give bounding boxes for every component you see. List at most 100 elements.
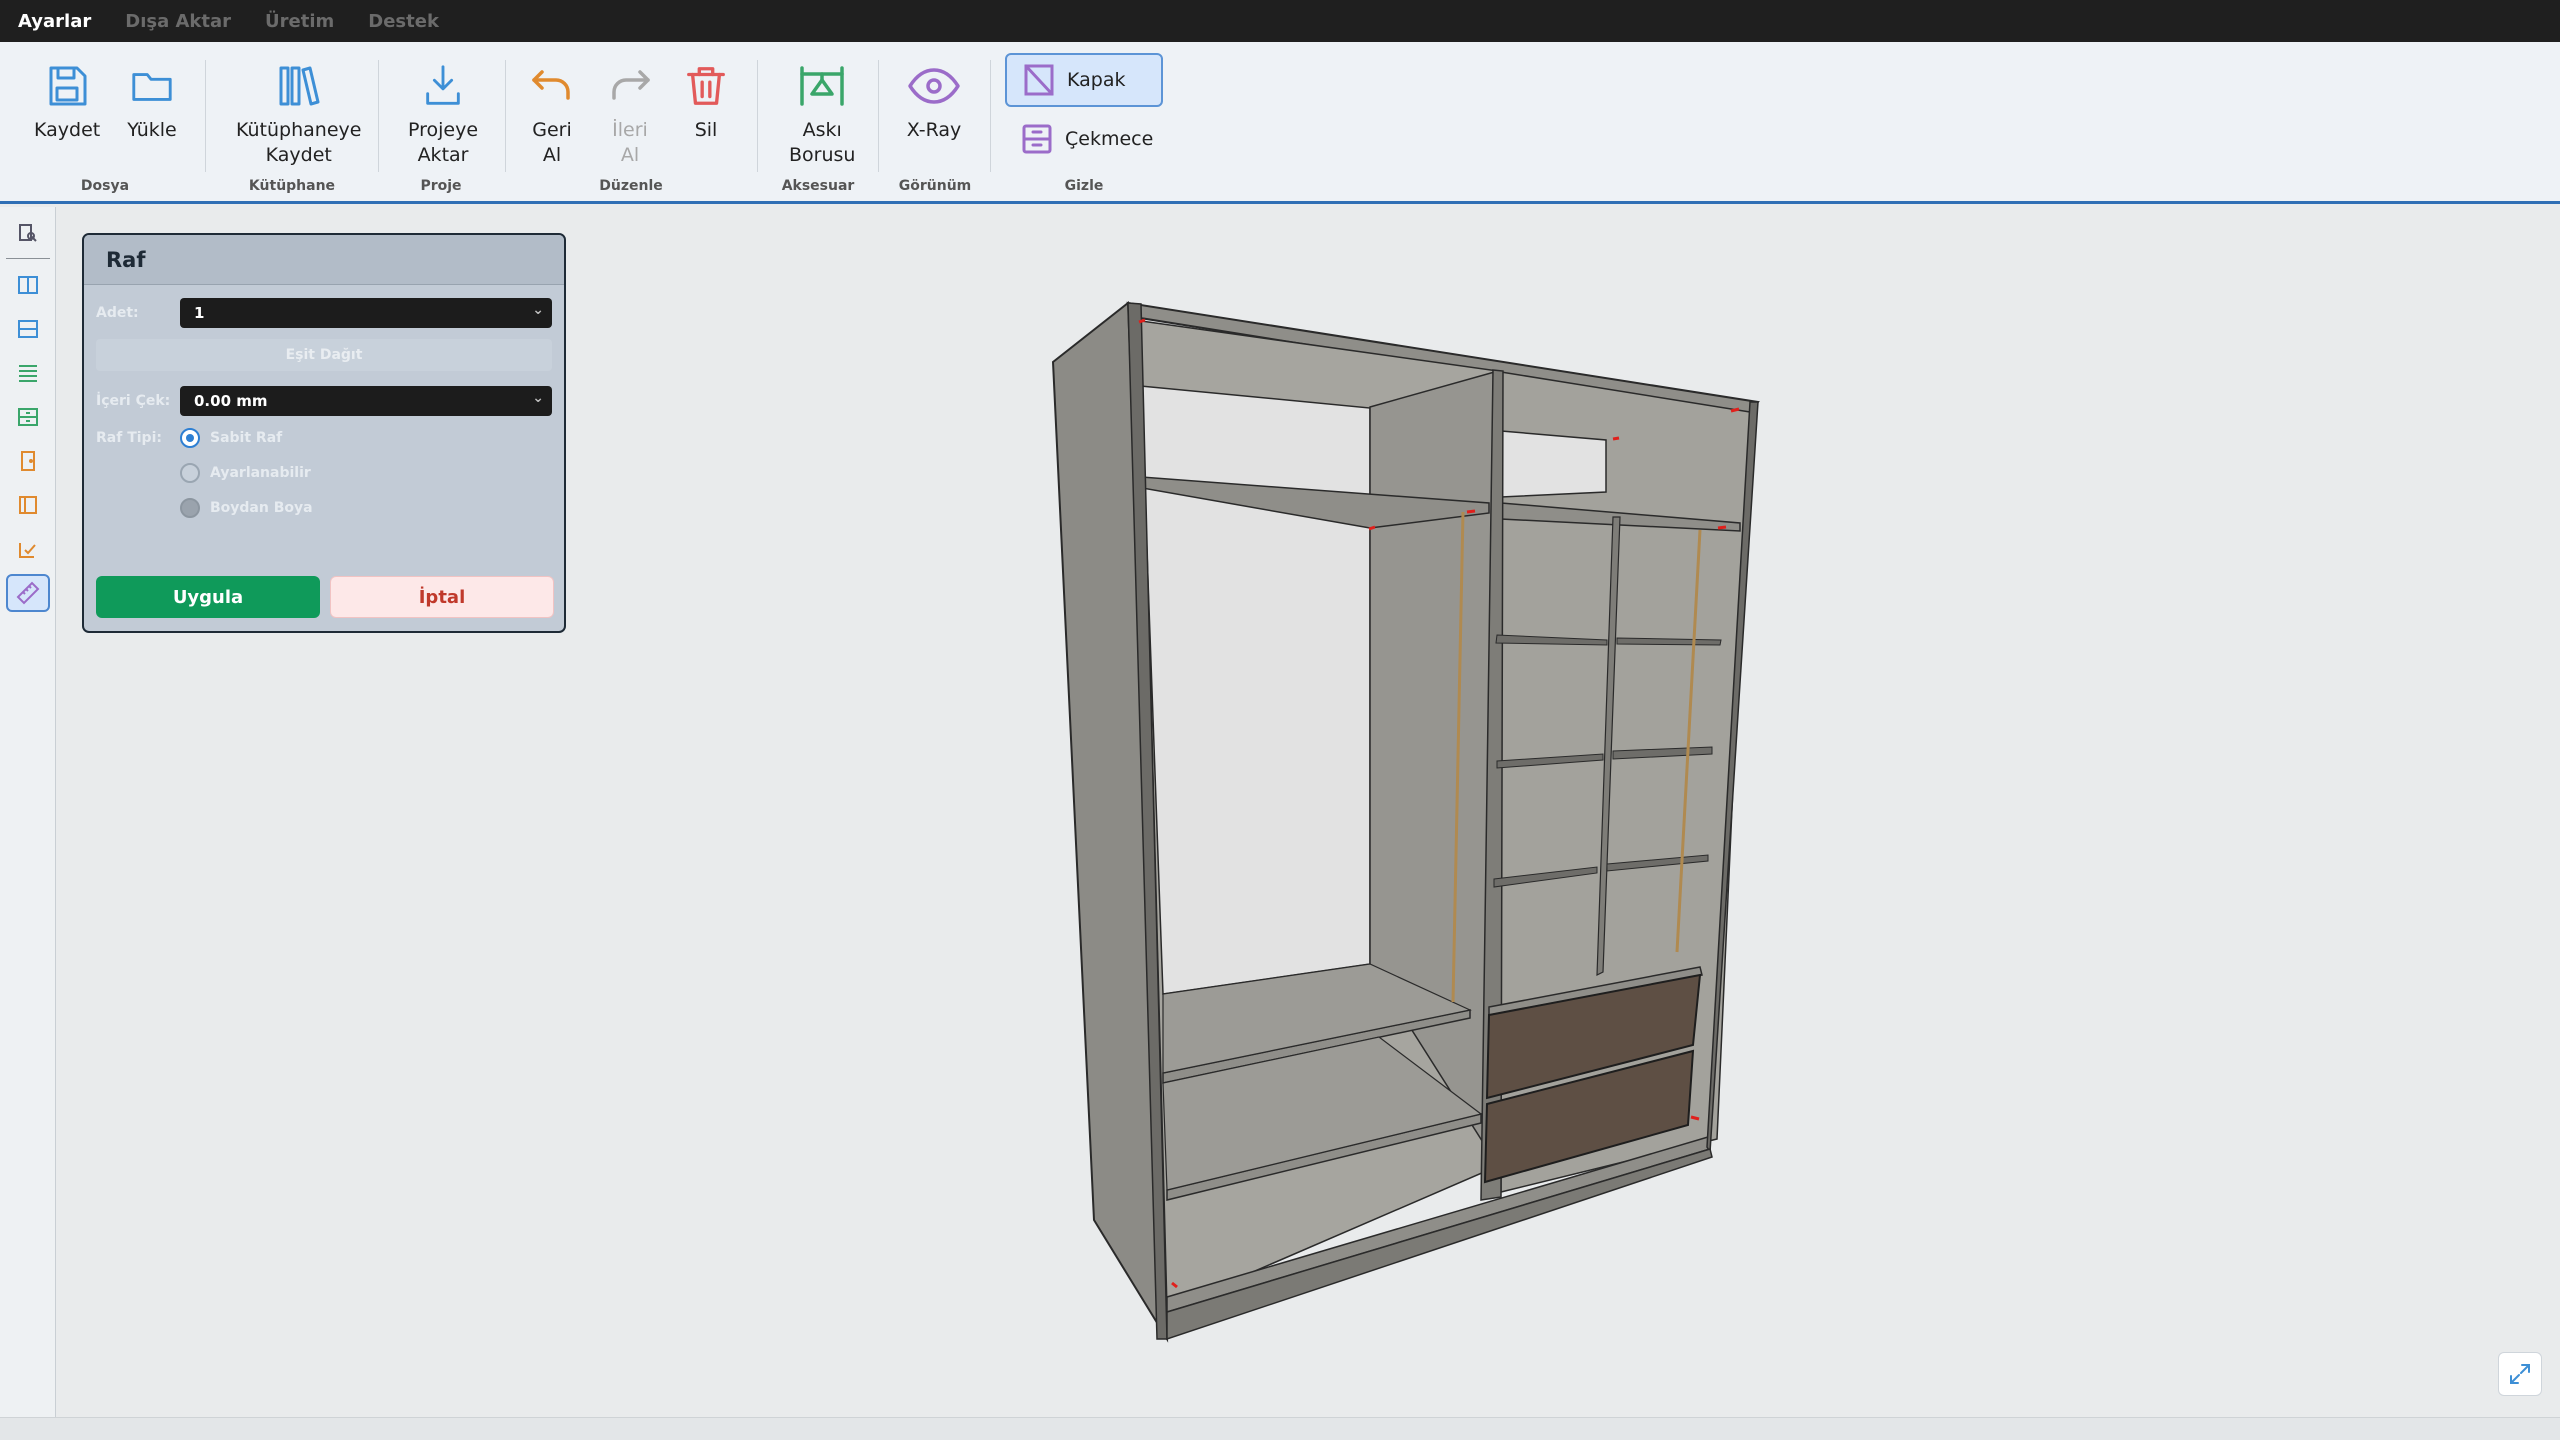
count-label: Adet: (96, 305, 139, 321)
xray-button[interactable]: X-Ray (906, 58, 962, 143)
count-value: 1 (194, 304, 205, 322)
redo-label: İleri Al (612, 119, 648, 166)
panel-tool[interactable] (6, 486, 50, 524)
inset-label: İçeri Çek: (96, 393, 171, 409)
shelves-icon (19, 365, 37, 382)
group-label-gorunum: Görünüm (898, 178, 972, 194)
wardrobe-3d-model[interactable] (997, 287, 1767, 1357)
ribbon-separator (757, 60, 758, 172)
expand-view-button[interactable] (2498, 1352, 2542, 1396)
cancel-button[interactable]: İptal (330, 576, 554, 618)
checklist-tool[interactable] (6, 530, 50, 568)
shelf-type-row: Raf Tipi: Sabit Raf (96, 428, 282, 448)
delete-label: Sil (694, 119, 718, 141)
save-button[interactable]: Kaydet (34, 58, 100, 143)
distribute-evenly-button[interactable]: Eşit Dağıt (96, 339, 552, 371)
hide-door-toggle[interactable]: Kapak (1005, 53, 1163, 107)
drawer-icon (18, 408, 38, 426)
undo-label: Geri Al (532, 119, 572, 166)
redo-button[interactable]: İleri Al (602, 58, 658, 168)
shelf-type-row-2: Ayarlanabilir (180, 463, 311, 483)
shelf-panel-header: Raf (84, 235, 564, 285)
load-button[interactable]: Yükle (124, 58, 180, 143)
ribbon-toolbar: Kaydet Yükle Dosya Kütüphaneye Kaydet Kü… (0, 42, 2560, 204)
ribbon-separator (505, 60, 506, 172)
hanging-rod-label: Askı Borusu (789, 119, 856, 166)
vertical-divider-icon (18, 276, 38, 294)
radio-fixed-shelf[interactable]: Sabit Raf (180, 428, 282, 448)
checklist-icon (19, 543, 36, 558)
door-icon (21, 451, 35, 471)
folder-icon (124, 58, 180, 114)
import-icon (415, 58, 471, 114)
drawers-tool[interactable] (6, 398, 50, 436)
save-to-library-button[interactable]: Kütüphaneye Kaydet (236, 58, 361, 168)
menu-ayarlar[interactable]: Ayarlar (18, 11, 91, 32)
radio-full-length-label: Boydan Boya (210, 500, 313, 516)
drawer-icon (1019, 121, 1055, 157)
radio-adjustable-label: Ayarlanabilir (210, 465, 311, 481)
export-to-project-label: Projeye Aktar (408, 119, 479, 166)
horizontal-divider-tool[interactable] (6, 310, 50, 348)
group-label-dosya: Dosya (80, 178, 130, 194)
ribbon-separator (205, 60, 206, 172)
load-label: Yükle (127, 119, 177, 141)
save-label: Kaydet (34, 119, 101, 141)
group-label-kutuphane: Kütüphane (248, 178, 336, 194)
expand-icon (2510, 1364, 2530, 1384)
group-label-gizle: Gizle (1064, 178, 1104, 194)
inset-select[interactable]: 0.00 mm ⌄ (180, 386, 552, 416)
undo-icon (524, 58, 580, 114)
radio-checked-icon (180, 428, 200, 448)
hanging-rod-icon (794, 58, 850, 114)
hide-door-label: Kapak (1067, 69, 1126, 91)
ribbon-separator (878, 60, 879, 172)
xray-label: X-Ray (906, 119, 962, 141)
chevron-down-icon: ⌄ (532, 302, 544, 318)
panel-title: Raf (106, 247, 146, 272)
redo-icon (602, 58, 658, 114)
export-to-project-button[interactable]: Projeye Aktar (408, 58, 478, 168)
ribbon-separator (990, 60, 991, 172)
save-to-library-label: Kütüphaneye Kaydet (236, 119, 362, 166)
menu-bar: Ayarlar Dışa Aktar Üretim Destek (0, 0, 2560, 42)
left-toolbar (0, 207, 56, 1417)
count-select[interactable]: 1 ⌄ (180, 298, 552, 328)
vertical-divider-tool[interactable] (6, 266, 50, 304)
radio-fixed-shelf-label: Sabit Raf (210, 430, 283, 446)
library-icon (271, 58, 327, 114)
cabinet-list-icon (19, 224, 37, 242)
panel-icon (19, 496, 37, 514)
save-icon (39, 58, 95, 114)
door-tool[interactable] (6, 442, 50, 480)
status-bar (0, 1417, 2560, 1440)
ruler-icon (16, 581, 40, 605)
inset-value: 0.00 mm (194, 392, 268, 410)
group-label-duzenle: Düzenle (599, 178, 663, 194)
radio-unchecked-icon (180, 498, 200, 518)
group-label-proje: Proje (420, 178, 462, 194)
menu-disa-aktar[interactable]: Dışa Aktar (125, 11, 231, 32)
delete-button[interactable]: Sil (678, 58, 734, 143)
apply-button[interactable]: Uygula (96, 576, 320, 618)
shelf-type-row-3: Boydan Boya (180, 498, 313, 518)
toolbar-separator (6, 258, 50, 259)
hanging-rod-button[interactable]: Askı Borusu (789, 58, 855, 168)
shelf-type-label: Raf Tipi: (96, 430, 162, 446)
door-cover-icon (1021, 62, 1057, 98)
inset-row: İçeri Çek: 0.00 mm ⌄ (96, 386, 552, 416)
ribbon-separator (378, 60, 379, 172)
shelves-tool[interactable] (6, 354, 50, 392)
hide-drawer-label: Çekmece (1065, 128, 1154, 150)
eye-icon (906, 58, 962, 114)
cabinet-list-tool[interactable] (6, 215, 50, 253)
menu-uretim[interactable]: Üretim (265, 11, 334, 32)
trash-icon (678, 58, 734, 114)
group-label-aksesuar: Aksesuar (781, 178, 855, 194)
radio-adjustable[interactable]: Ayarlanabilir (180, 463, 311, 483)
hide-drawer-toggle[interactable]: Çekmece (1005, 112, 1175, 166)
ruler-tool[interactable] (6, 574, 50, 612)
radio-full-length[interactable]: Boydan Boya (180, 498, 313, 518)
undo-button[interactable]: Geri Al (524, 58, 580, 168)
menu-destek[interactable]: Destek (368, 11, 439, 32)
